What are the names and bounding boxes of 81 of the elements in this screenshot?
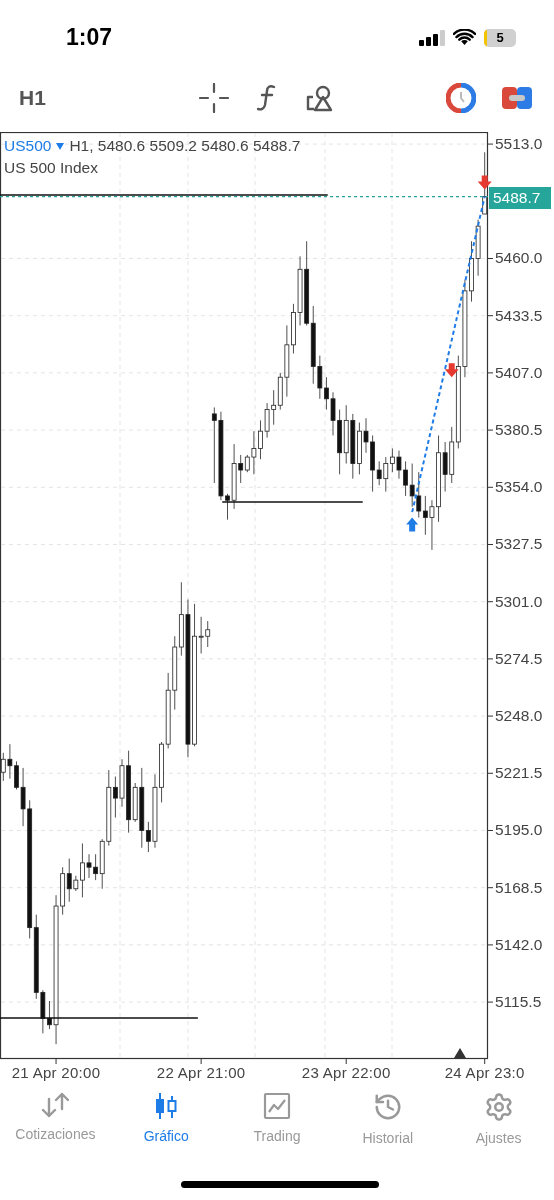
ohlc-quote: H1, 5480.6 5509.2 5480.6 5488.7 <box>69 136 301 156</box>
candle-wick <box>326 376 327 410</box>
candle-wick <box>411 463 413 508</box>
tab-bar-item[interactable]: Historial <box>332 1092 444 1149</box>
candle-wick <box>82 843 83 898</box>
crosshair-icon[interactable] <box>199 82 229 113</box>
price-axis-label: 5248.0 <box>495 707 543 726</box>
price-axis-label: 5221.5 <box>495 764 543 783</box>
price-axis-label: 5354.0 <box>495 478 543 497</box>
settings-icon <box>483 1092 514 1122</box>
candle-wick <box>9 743 11 780</box>
candle-body <box>482 196 488 215</box>
candle-wick <box>22 767 24 827</box>
down-arrow-icon <box>477 175 492 190</box>
triangle-marker-icon <box>454 1048 466 1058</box>
dropdown-caret-icon[interactable] <box>56 142 65 150</box>
candle-wick <box>418 471 420 518</box>
shapes-icon[interactable] <box>305 83 333 112</box>
candle-wick <box>365 417 367 454</box>
tab-bar-item[interactable]: Ajustes <box>443 1092 554 1149</box>
arrows-up-down-icon <box>41 1092 70 1118</box>
candle-wick <box>444 441 446 492</box>
time-axis-label: 24 Apr 23:0 <box>443 1063 526 1083</box>
function-icon[interactable] <box>257 83 277 112</box>
price-axis-label: 5513.0 <box>495 135 543 154</box>
up-arrow-icon <box>406 517 419 532</box>
candle-wick <box>332 391 334 436</box>
price-axis-label: 5327.5 <box>495 535 543 554</box>
candle-wick <box>431 499 433 551</box>
candle-wick <box>88 853 90 879</box>
tab-bar-item[interactable]: Cotizaciones <box>0 1092 111 1149</box>
candle-wick <box>2 752 4 782</box>
price-axis-label: 5115.5 <box>495 993 542 1012</box>
candle-wick <box>260 420 261 460</box>
price-axis-label: 5142.0 <box>495 935 543 954</box>
candle-wick <box>319 355 321 400</box>
candle-wick <box>273 389 275 426</box>
candle-wick <box>227 493 228 521</box>
candle-wick <box>378 461 380 486</box>
candle-wick <box>385 456 387 492</box>
price-axis-label: 5460.0 <box>495 249 543 268</box>
price-axis-label: 5380.5 <box>495 421 543 440</box>
time-axis-label: 23 Apr 22:00 <box>300 1063 392 1083</box>
candlestick-icon <box>154 1092 179 1120</box>
clock-circle-icon[interactable] <box>446 82 476 113</box>
down-arrow-icon <box>444 363 459 378</box>
price-axis-label: 5301.0 <box>495 592 543 611</box>
wifi-icon <box>453 29 476 46</box>
candle-wick <box>200 616 202 654</box>
battery-icon: 5 <box>484 28 516 47</box>
time-axis-label: 22 Apr 21:00 <box>155 1063 247 1083</box>
candle-wick <box>240 454 242 484</box>
candle-wick <box>424 495 426 536</box>
toggle-card-icon[interactable] <box>502 84 532 111</box>
price-axis-label: 5195.0 <box>495 821 543 840</box>
price-axis-label: 5274.5 <box>495 649 543 668</box>
candle-wick <box>115 776 116 818</box>
tab-bar-item[interactable]: Trading <box>221 1092 333 1149</box>
price-axis-label: 5168.5 <box>495 878 543 897</box>
status-time: 1:07 <box>66 23 113 53</box>
symbol-link[interactable]: US500 <box>4 135 52 157</box>
symbol-description: US 500 Index <box>4 158 99 178</box>
tab-bar-item[interactable]: Gráfico <box>110 1092 222 1149</box>
timeframe-button[interactable]: H1 <box>19 81 59 114</box>
candle-wick <box>95 853 97 881</box>
candle-wick <box>266 402 268 439</box>
candle-wick <box>392 448 393 473</box>
candle-wick <box>49 1000 50 1030</box>
candle-wick <box>148 821 149 853</box>
candle-wick <box>398 450 400 480</box>
candle-wick <box>16 761 17 790</box>
candle-wick <box>207 620 209 648</box>
price-axis-label: 5433.5 <box>495 306 543 325</box>
price-axis-label: 5407.0 <box>495 363 543 382</box>
current-price-label: 5488.7 <box>489 187 551 209</box>
signal-icon <box>419 29 445 46</box>
time-axis-label: 21 Apr 20:00 <box>10 1063 102 1083</box>
candle-wick <box>68 858 70 903</box>
line-chart-icon <box>263 1092 291 1120</box>
candle-wick <box>253 430 255 475</box>
candle-wick <box>405 461 406 497</box>
